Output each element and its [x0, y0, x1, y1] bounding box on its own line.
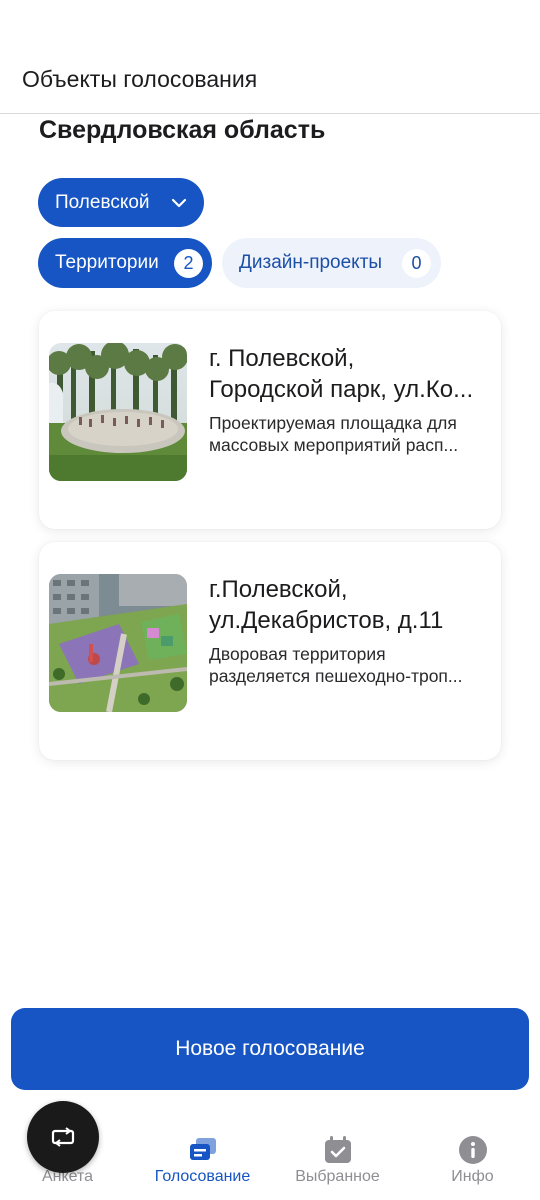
- count-badge: 0: [402, 249, 431, 278]
- territory-description: Проектируемая площадка для массовых меро…: [209, 412, 491, 456]
- territory-thumbnail: [49, 343, 187, 481]
- city-select[interactable]: Полевской: [38, 178, 204, 227]
- description-line: Проектируемая площадка для: [209, 413, 457, 433]
- territory-title: г.Полевской, ул.Декабристов, д.11: [209, 574, 491, 636]
- new-vote-button[interactable]: Новое голосование: [11, 1008, 529, 1090]
- city-select-value: Полевской: [55, 191, 150, 213]
- title-line: г. Полевской,: [209, 345, 355, 372]
- title-line: Городской парк, ул.Ко...: [209, 376, 474, 403]
- vote-icon: [189, 1138, 216, 1160]
- rotate-floating-button[interactable]: [27, 1101, 99, 1173]
- count-badge: 2: [174, 249, 203, 278]
- title-line: ул.Декабристов, д.11: [209, 607, 444, 634]
- territory-card[interactable]: г.Полевской, ул.Декабристов, д.11 Дворов…: [39, 542, 501, 760]
- nav-label: Инфо: [451, 1168, 494, 1185]
- description-line: массовых мероприятий расп...: [209, 435, 459, 455]
- description-line: Дворовая территория: [209, 644, 386, 664]
- info-icon: [458, 1136, 487, 1164]
- rotate-screen-icon: [51, 1127, 75, 1147]
- tab-territories[interactable]: Территории 2: [38, 238, 212, 288]
- territory-title: г. Полевской, Городской парк, ул.Ко...: [209, 343, 491, 405]
- calendar-check-icon: [324, 1136, 351, 1163]
- chevron-down-icon: [171, 198, 187, 208]
- title-line: г.Полевской,: [209, 576, 348, 603]
- tab-design-projects[interactable]: Дизайн-проекты 0: [222, 238, 441, 288]
- page-title: Объекты голосования: [22, 66, 258, 92]
- tab-label: Дизайн-проекты: [239, 252, 383, 273]
- tab-label: Территории: [55, 252, 159, 273]
- territory-card[interactable]: г. Полевской, Городской парк, ул.Ко... П…: [39, 311, 501, 529]
- nav-label: Выбранное: [295, 1168, 380, 1185]
- territory-thumbnail: [49, 574, 187, 712]
- description-line: разделяется пешеходно-троп...: [209, 666, 463, 686]
- nav-item-info[interactable]: Инфо: [405, 1100, 540, 1200]
- app-bar: Объекты голосования: [0, 0, 540, 114]
- nav-label: Голосование: [154, 1168, 251, 1185]
- nav-item-favorites[interactable]: Выбранное: [270, 1100, 405, 1200]
- nav-item-voting[interactable]: Голосование: [135, 1100, 270, 1200]
- territory-description: Дворовая территория разделяется пешеходн…: [209, 643, 491, 687]
- region-title: Свердловская область: [39, 116, 326, 144]
